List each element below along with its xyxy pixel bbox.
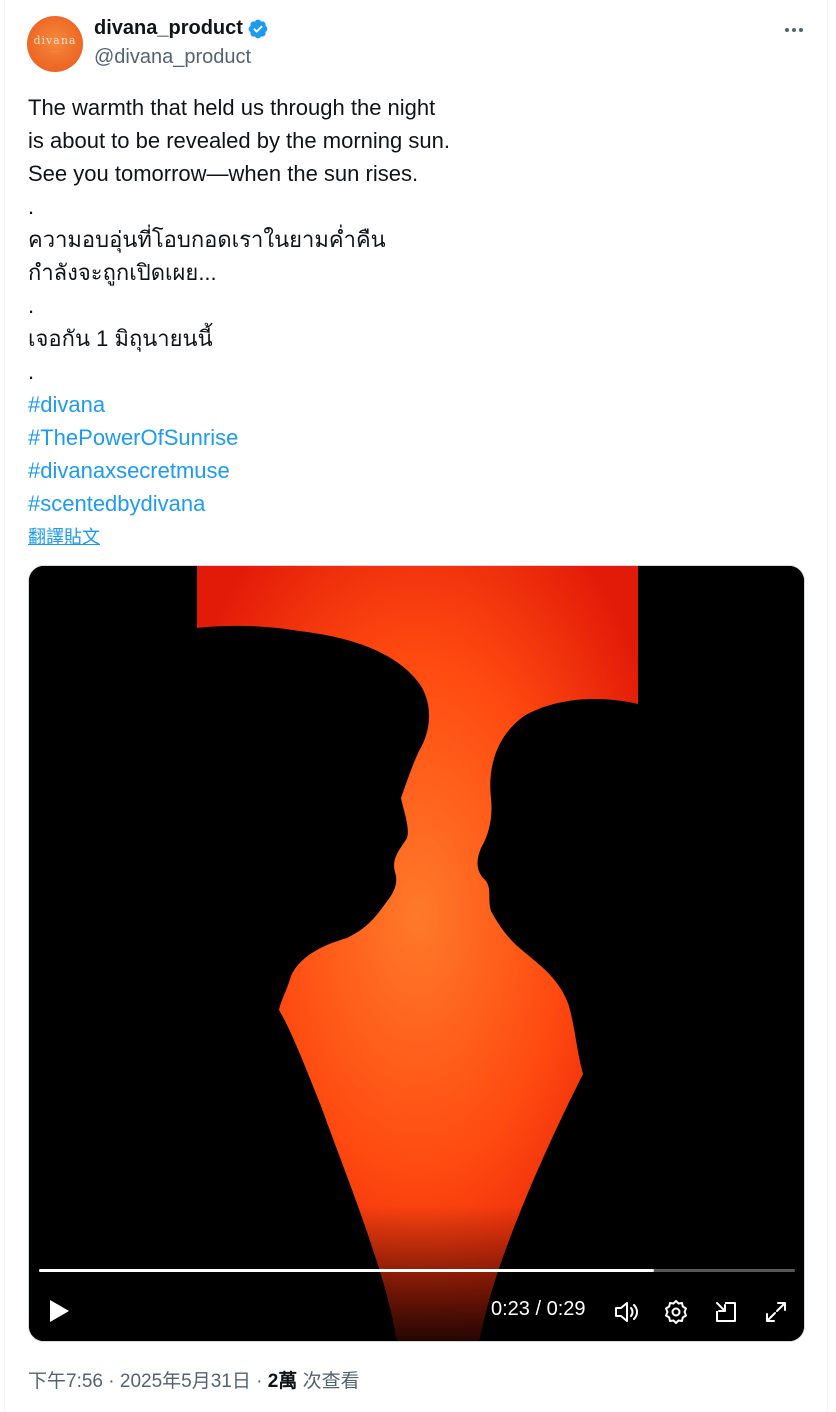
- avatar-subtext: · · ·: [51, 48, 59, 55]
- duration: 0:29: [546, 1298, 586, 1320]
- author-display-name[interactable]: divana_product: [94, 17, 269, 40]
- tweet-text-line: .: [28, 293, 35, 318]
- more-dot: [792, 28, 796, 32]
- verified-badge-icon: [248, 19, 268, 38]
- tweet-text-line: กำลังจะถูกเปิดเผย...: [28, 260, 217, 285]
- volume-icon[interactable]: [613, 1299, 641, 1325]
- play-icon[interactable]: [47, 1298, 71, 1324]
- display-name-text[interactable]: divana_product: [94, 17, 243, 40]
- fullscreen-icon[interactable]: [763, 1299, 789, 1325]
- meta-separator: ·: [250, 1371, 268, 1392]
- video-time: 0:23 / 0:29: [491, 1298, 586, 1320]
- avatar-brand-text: divana: [33, 33, 77, 47]
- more-dot: [785, 28, 789, 32]
- more-icon[interactable]: [780, 18, 808, 42]
- tweet-text-line: ความอบอุ่นที่โอบกอดเราในยามค่ำคืน: [28, 227, 386, 252]
- tweet-text-line: เจอกัน 1 มิถุนายนนี้: [28, 326, 213, 351]
- hashtag-link[interactable]: #scentedbydivana: [28, 487, 798, 520]
- more-dot: [799, 28, 803, 32]
- tweet-text-line: .: [28, 359, 35, 384]
- tweet-text-line: is about to be revealed by the morning s…: [28, 128, 450, 153]
- tweet-text: The warmth that held us through the nigh…: [28, 91, 798, 520]
- meta-separator: ·: [102, 1371, 120, 1392]
- pip-icon[interactable]: [713, 1299, 739, 1325]
- tweet-text-line: The warmth that held us through the nigh…: [28, 95, 436, 120]
- author-handle[interactable]: @divana_product: [94, 46, 251, 69]
- video-player[interactable]: 0:23 / 0:29: [28, 565, 805, 1342]
- video-frame: [29, 566, 804, 1341]
- views-label: 次查看: [302, 1371, 360, 1392]
- translate-post-link[interactable]: 翻譯貼文: [28, 523, 100, 549]
- hashtag-link[interactable]: #divanaxsecretmuse: [28, 454, 798, 487]
- tweet-text-line: .: [28, 194, 35, 219]
- tweet-text-line: See you tomorrow—when the sun rises.: [28, 161, 419, 186]
- post-date[interactable]: 2025年5月31日: [120, 1371, 251, 1392]
- hashtag-link[interactable]: #divana: [28, 388, 798, 421]
- post-time[interactable]: 下午7:56: [28, 1371, 103, 1392]
- tweet-meta: 下午7:56 · 2025年5月31日 · 2萬 次查看: [28, 1366, 360, 1393]
- avatar[interactable]: divana · · ·: [27, 16, 83, 72]
- video-progress-fill: [39, 1269, 654, 1272]
- views-count: 2萬: [267, 1371, 298, 1392]
- settings-icon[interactable]: [663, 1299, 689, 1325]
- current-time: 0:23: [491, 1298, 530, 1320]
- hashtag-link[interactable]: #ThePowerOfSunrise: [28, 421, 798, 454]
- video-progress-bar[interactable]: [39, 1269, 795, 1272]
